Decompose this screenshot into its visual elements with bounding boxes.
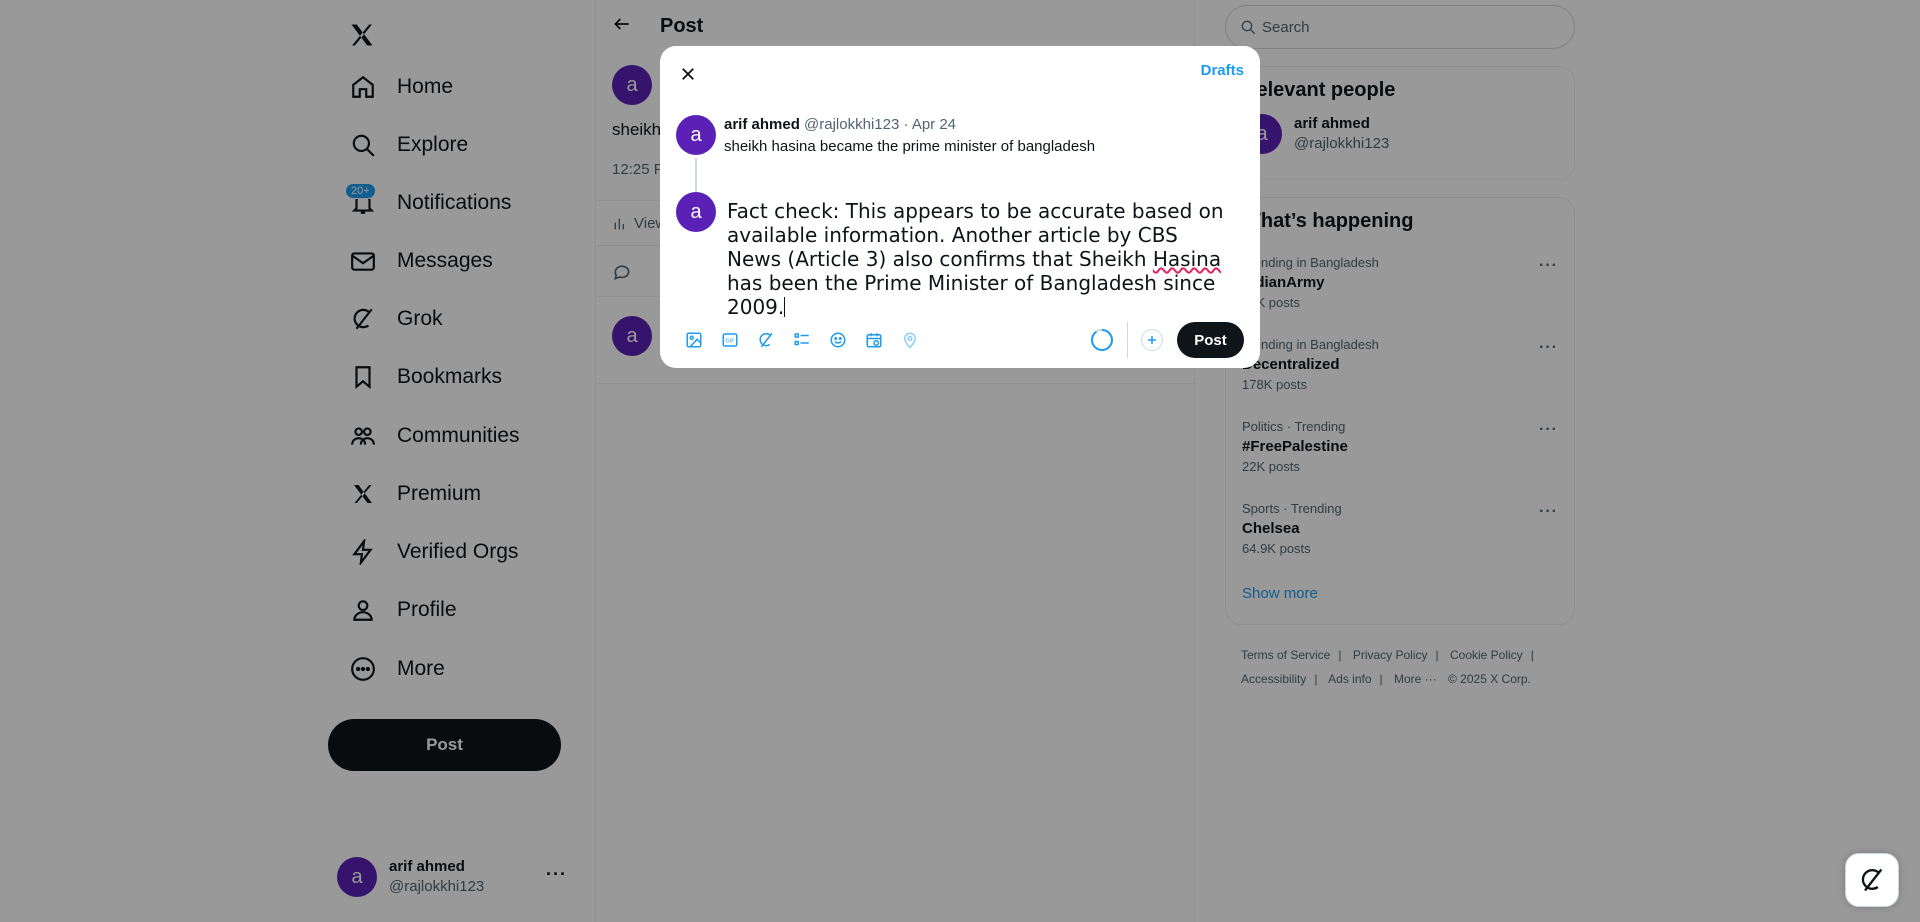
poll-icon[interactable] — [784, 322, 820, 358]
text-cursor — [784, 297, 786, 317]
avatar: a — [676, 115, 716, 155]
reply-modal: Drafts a arif ahmed @rajlokkhi123 · Apr … — [660, 46, 1260, 368]
gif-icon[interactable]: GIF — [712, 322, 748, 358]
toolbar-divider — [1127, 322, 1128, 358]
original-author-name: arif ahmed — [724, 116, 800, 133]
plus-icon — [1148, 336, 1156, 344]
reply-post-button[interactable]: Post — [1177, 322, 1244, 358]
drafts-button[interactable]: Drafts — [1201, 62, 1244, 79]
original-post-header: arif ahmed @rajlokkhi123 · Apr 24 — [724, 116, 956, 133]
add-post-button[interactable] — [1141, 329, 1163, 351]
reply-text-part: has been the Prime Minister of Banglades… — [727, 271, 1216, 319]
grok-floating-button[interactable] — [1845, 853, 1899, 907]
original-post-date: · Apr 24 — [903, 116, 957, 133]
close-button[interactable] — [670, 56, 706, 92]
avatar: a — [676, 192, 716, 232]
original-author-handle: @rajlokkhi123 — [804, 116, 900, 133]
original-post-text: sheikh hasina became the prime minister … — [724, 138, 1096, 155]
svg-text:GIF: GIF — [726, 339, 735, 345]
grok-icon[interactable] — [748, 322, 784, 358]
schedule-icon[interactable] — [856, 322, 892, 358]
image-icon[interactable] — [676, 322, 712, 358]
reply-textarea[interactable]: Fact check: This appears to be accurate … — [727, 199, 1227, 319]
character-count-progress — [1091, 329, 1113, 351]
grok-icon — [1861, 868, 1883, 892]
compose-toolbar: GIF — [676, 322, 928, 358]
location-icon[interactable] — [892, 322, 928, 358]
misspelled-word: Hasina — [1152, 247, 1222, 271]
close-icon — [682, 68, 694, 80]
emoji-icon[interactable] — [820, 322, 856, 358]
reply-text-part: Fact check: This appears to be accurate … — [727, 199, 1224, 271]
